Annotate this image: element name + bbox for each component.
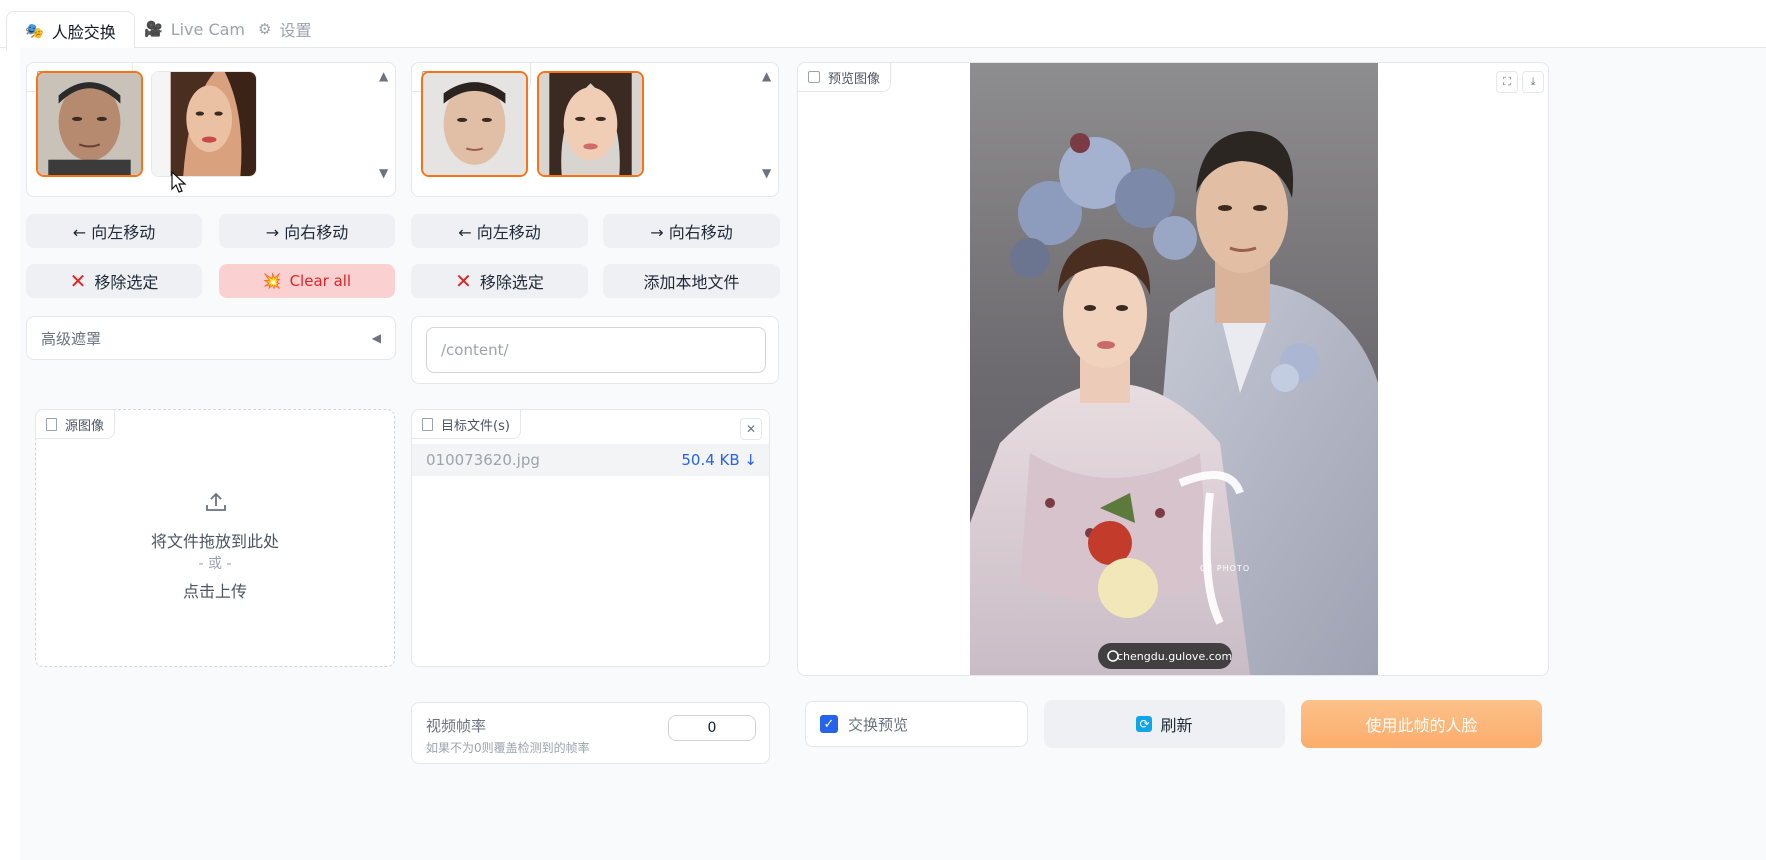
close-icon: ✕ <box>69 269 87 293</box>
fps-label: 视频帧率 <box>426 717 487 735</box>
image-icon <box>808 71 820 83</box>
path-input-panel: /content/ <box>411 316 779 384</box>
refresh-icon: ⟳ <box>1136 716 1153 732</box>
download-button[interactable]: ⤓ <box>1522 71 1544 93</box>
file-icon <box>422 417 433 431</box>
tab-bar: 🎭 人脸交换 🎥 Live Cam ⚙ 设置 <box>0 0 1766 51</box>
or-text: - 或 - <box>198 556 232 572</box>
tab-live-cam-label: Live Cam <box>170 19 246 39</box>
preview-watermark: chengdu.gulove.com <box>1117 649 1233 663</box>
click-upload-text: 点击上传 <box>182 582 247 601</box>
path-input[interactable]: /content/ <box>426 327 766 373</box>
fps-input[interactable]: 0 <box>668 715 756 741</box>
tab-settings[interactable]: ⚙ 设置 <box>258 10 311 48</box>
upload-icon <box>206 492 226 511</box>
scroll-up-icon[interactable]: ▲ <box>762 69 771 83</box>
fullscreen-button[interactable]: ⛶ <box>1496 71 1518 93</box>
download-icon: ⤓ <box>1530 75 1536 88</box>
close-icon: ✕ <box>455 269 472 293</box>
source-image-upload[interactable]: 源图像 将文件拖放到此处 - 或 - 点击上传 <box>35 409 395 667</box>
refresh-button[interactable]: ⟳ 刷新 <box>1044 700 1285 748</box>
source-move-left-button[interactable]: ← 向左移动 <box>26 214 202 248</box>
preview-watermark-mark: GE PHOTO <box>1200 564 1251 573</box>
burst-icon: 💥 <box>262 272 282 290</box>
preview-image <box>970 63 1378 675</box>
checkbox-checked-icon[interactable]: ✓ <box>820 715 838 733</box>
swap-preview-checkbox[interactable]: ✓ 交换预览 <box>805 701 1028 747</box>
source-face-thumb-1[interactable] <box>36 71 143 177</box>
target-face-thumb-2[interactable] <box>537 71 644 177</box>
target-files-label: 目标文件(s) <box>411 409 521 439</box>
scroll-down-icon[interactable]: ▼ <box>379 166 388 180</box>
theater-masks-icon: 🎭 <box>25 22 44 40</box>
tab-face-swap-label: 人脸交换 <box>51 23 116 42</box>
tab-face-swap[interactable]: 🎭 人脸交换 <box>6 11 135 51</box>
source-move-right-button[interactable]: → 向右移动 <box>219 214 395 248</box>
target-face-thumb-1[interactable] <box>421 71 528 177</box>
tab-settings-label: 设置 <box>279 21 312 40</box>
video-camera-icon: 🎥 <box>144 20 163 38</box>
clear-files-button[interactable]: ✕ <box>740 418 762 440</box>
file-size-download[interactable]: 50.4 KB ↓ <box>681 451 757 469</box>
add-local-file-button[interactable]: 添加本地文件 <box>603 264 780 298</box>
fps-panel: 视频帧率 如果不为0则覆盖检测到的帧率 0 <box>411 702 770 764</box>
tab-live-cam[interactable]: 🎥 Live Cam <box>144 10 245 48</box>
target-remove-selected-button[interactable]: ✕ 移除选定 <box>411 264 588 298</box>
clear-all-button[interactable]: 💥 Clear all <box>219 264 395 298</box>
gear-icon: ⚙ <box>258 20 272 38</box>
mouse-cursor-icon <box>171 171 187 193</box>
file-icon <box>46 417 57 431</box>
target-move-left-button[interactable]: ← 向左移动 <box>411 214 588 248</box>
target-files-panel: 目标文件(s) ✕ 010073620.jpg 50.4 KB ↓ <box>411 409 770 667</box>
fps-hint: 如果不为0则覆盖检测到的帧率 <box>426 741 590 755</box>
drop-text: 将文件拖放到此处 <box>150 532 279 551</box>
close-icon: ✕ <box>745 422 757 436</box>
use-this-frame-face-button[interactable]: 使用此帧的人脸 <box>1301 700 1542 748</box>
scroll-down-icon[interactable]: ▼ <box>762 166 771 180</box>
file-name: 010073620.jpg <box>426 451 540 469</box>
advanced-mask-accordion[interactable]: 高级遮罩 ◀ <box>26 316 396 360</box>
target-move-right-button[interactable]: → 向右移动 <box>603 214 780 248</box>
source-image-label: 源图像 <box>35 409 116 439</box>
caret-left-icon: ◀ <box>371 331 381 345</box>
scroll-up-icon[interactable]: ▲ <box>379 69 388 83</box>
file-row[interactable]: 010073620.jpg 50.4 KB ↓ <box>412 444 769 476</box>
fullscreen-icon: ⛶ <box>1503 75 1511 88</box>
source-remove-selected-button[interactable]: ✕ 移除选定 <box>26 264 202 298</box>
preview-label: 预览图像 <box>797 62 892 92</box>
source-face-thumb-2[interactable] <box>151 71 257 177</box>
